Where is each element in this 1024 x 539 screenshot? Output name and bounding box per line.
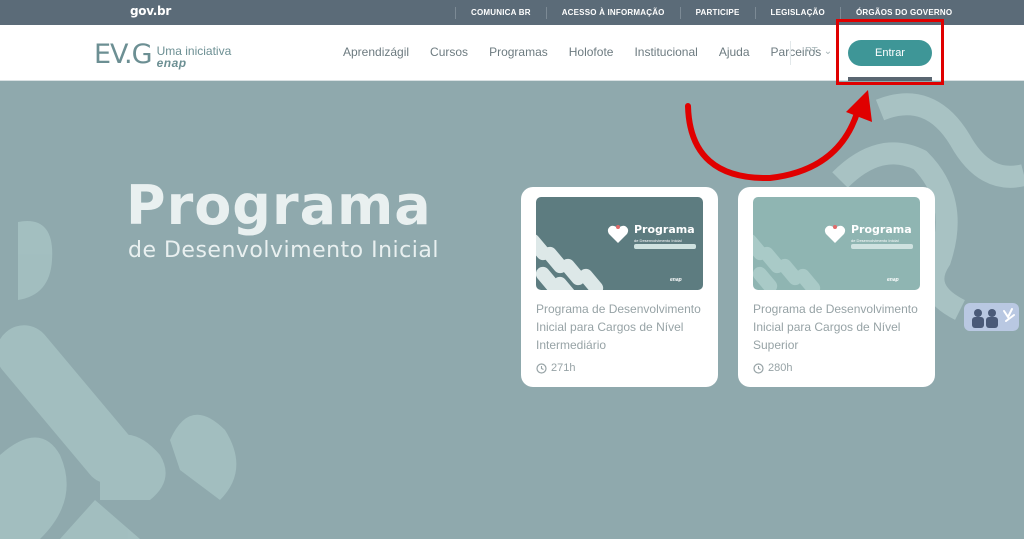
nav-divider bbox=[790, 41, 791, 65]
gov-link-legislacao[interactable]: LEGISLAÇÃO bbox=[754, 6, 840, 19]
language-label: PT bbox=[805, 46, 818, 57]
thumb-title: Programa bbox=[851, 223, 912, 236]
thumb-enap-logo: enap bbox=[887, 277, 899, 283]
main-nav: Aprendizágil Cursos Programas Holofote I… bbox=[343, 45, 842, 59]
program-heart-icon bbox=[824, 225, 846, 243]
thumb-title: Programa bbox=[634, 223, 695, 236]
nav-item-holofote[interactable]: Holofote bbox=[569, 45, 614, 59]
nav-item-institucional[interactable]: Institucional bbox=[634, 45, 697, 59]
gov-link-orgaos[interactable]: ÓRGÃOS DO GOVERNO bbox=[839, 6, 967, 19]
gov-link-acesso[interactable]: ACESSO À INFORMAÇÃO bbox=[545, 6, 680, 19]
nav-item-programas[interactable]: Programas bbox=[489, 45, 548, 59]
brand-subtitle: Uma iniciativa enap bbox=[157, 45, 232, 69]
brand-logo[interactable]: EV.G Uma iniciativa enap bbox=[94, 39, 232, 70]
thumb-bar bbox=[634, 244, 696, 249]
gov-link-participe[interactable]: PARTICIPE bbox=[679, 6, 755, 19]
card-thumbnail: Programa de Desenvolvimento Inicial enap bbox=[536, 197, 703, 290]
program-heart-icon bbox=[607, 225, 629, 243]
hero-title: Programa bbox=[126, 174, 432, 237]
clock-icon bbox=[536, 362, 547, 374]
card-title[interactable]: Programa de Desenvolvimento Inicial para… bbox=[753, 300, 928, 354]
enap-logo: enap bbox=[156, 56, 187, 70]
program-card-intermediario[interactable]: Programa de Desenvolvimento Inicial enap… bbox=[521, 187, 718, 387]
annotation-highlight-box bbox=[836, 19, 944, 85]
thumb-enap-logo: enap bbox=[670, 277, 682, 283]
sign-language-widget[interactable] bbox=[964, 303, 1019, 331]
program-card-superior[interactable]: Programa de Desenvolvimento Inicial enap… bbox=[738, 187, 935, 387]
brand-name: EV.G bbox=[94, 39, 153, 70]
hero-subtitle: de Desenvolvimento Inicial bbox=[128, 238, 439, 263]
card-thumbnail: Programa de Desenvolvimento Inicial enap bbox=[753, 197, 920, 290]
card-hours: 280h bbox=[768, 362, 793, 374]
card-duration: 271h bbox=[536, 362, 575, 374]
thumb-subtitle: de Desenvolvimento Inicial bbox=[634, 238, 682, 243]
annotation-arrow bbox=[685, 103, 861, 182]
nav-item-cursos[interactable]: Cursos bbox=[430, 45, 468, 59]
chevron-down-icon: ⌄ bbox=[823, 46, 833, 57]
thumb-subtitle: de Desenvolvimento Inicial bbox=[851, 238, 899, 243]
card-title[interactable]: Programa de Desenvolvimento Inicial para… bbox=[536, 300, 711, 354]
card-hours: 271h bbox=[551, 362, 576, 374]
nav-item-aprendizagil[interactable]: Aprendizágil bbox=[343, 45, 409, 59]
clock-icon bbox=[753, 362, 764, 374]
language-select[interactable]: PT ⌄ bbox=[805, 46, 832, 57]
nav-item-ajuda[interactable]: Ajuda bbox=[719, 45, 750, 59]
card-duration: 280h bbox=[753, 362, 792, 374]
gov-logo[interactable]: gov.br bbox=[130, 4, 171, 18]
sign-language-icon bbox=[972, 308, 1015, 328]
gov-link-comunica[interactable]: COMUNICA BR bbox=[455, 6, 546, 19]
thumb-bar bbox=[851, 244, 913, 249]
